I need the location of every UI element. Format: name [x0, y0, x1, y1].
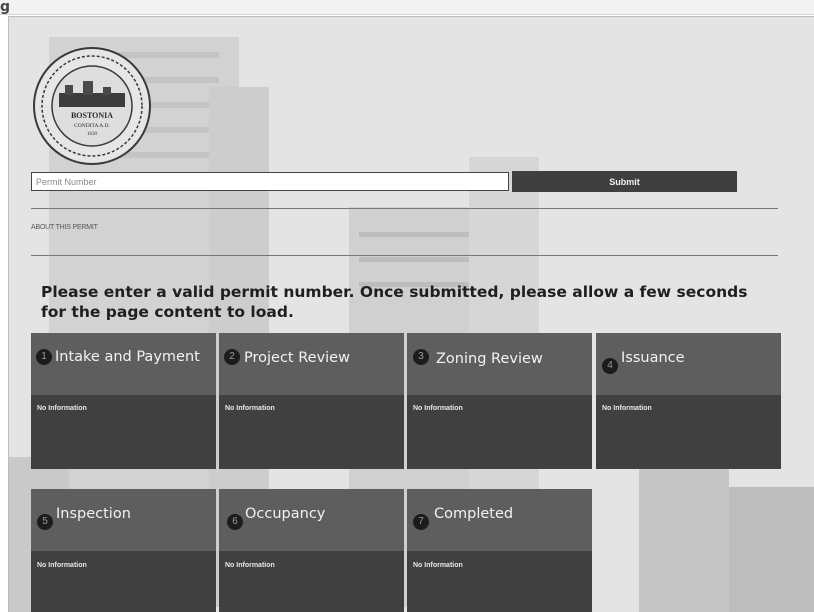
- submit-button[interactable]: Submit: [512, 171, 737, 192]
- svg-text:BOSTONIA: BOSTONIA: [71, 111, 113, 120]
- stage-title: Project Review: [244, 350, 350, 366]
- stage-number-badge: 3: [413, 349, 429, 365]
- permit-notice-text: Please enter a valid permit number. Once…: [41, 283, 748, 321]
- stage-card-inspection: 5 Inspection No Information: [31, 489, 216, 612]
- svg-text:1630: 1630: [87, 132, 98, 137]
- stage-title: Issuance: [621, 350, 685, 366]
- permit-number-input[interactable]: [31, 172, 509, 191]
- stage-info: No Information: [413, 405, 463, 412]
- stage-title: Intake and Payment: [55, 349, 200, 365]
- stage-number-badge: 4: [602, 358, 618, 374]
- stage-title: Occupancy: [245, 506, 326, 522]
- stage-info: No Information: [37, 405, 87, 412]
- stage-number-badge: 2: [224, 349, 240, 365]
- divider-bottom: [31, 255, 778, 256]
- stage-card-intake-and-payment: 1 Intake and Payment No Information: [31, 333, 216, 469]
- stage-card-completed: 7 Completed No Information: [407, 489, 592, 612]
- stage-info: No Information: [37, 562, 87, 569]
- stage-title: Zoning Review: [436, 351, 543, 367]
- stage-number-badge: 1: [36, 349, 52, 365]
- stage-number-badge: 7: [413, 514, 429, 530]
- stage-card-occupancy: 6 Occupancy No Information: [219, 489, 404, 612]
- stage-info: No Information: [413, 562, 463, 569]
- stage-number-badge: 5: [37, 514, 53, 530]
- stage-card-issuance: 4 Issuance No Information: [596, 333, 781, 469]
- svg-text:CONDITA A.D.: CONDITA A.D.: [74, 123, 110, 129]
- about-this-permit-label: ABOUT THIS PERMIT: [31, 224, 98, 231]
- stage-number-badge: 6: [227, 514, 243, 530]
- permit-page: BOSTONIA CONDITA A.D. 1630 Submit ABOUT …: [8, 16, 814, 612]
- stage-card-project-review: 2 Project Review No Information: [219, 333, 404, 469]
- stage-info: No Information: [225, 405, 275, 412]
- stage-title: Inspection: [56, 506, 131, 522]
- boston-city-seal: BOSTONIA CONDITA A.D. 1630: [33, 47, 151, 165]
- stage-card-zoning-review: 3 Zoning Review No Information: [407, 333, 592, 469]
- stage-info: No Information: [225, 562, 275, 569]
- divider-top: [31, 208, 778, 209]
- browser-top-bar: g: [0, 0, 814, 15]
- stage-info: No Information: [602, 405, 652, 412]
- stage-title: Completed: [434, 506, 514, 522]
- browser-glyph: g: [0, 0, 11, 15]
